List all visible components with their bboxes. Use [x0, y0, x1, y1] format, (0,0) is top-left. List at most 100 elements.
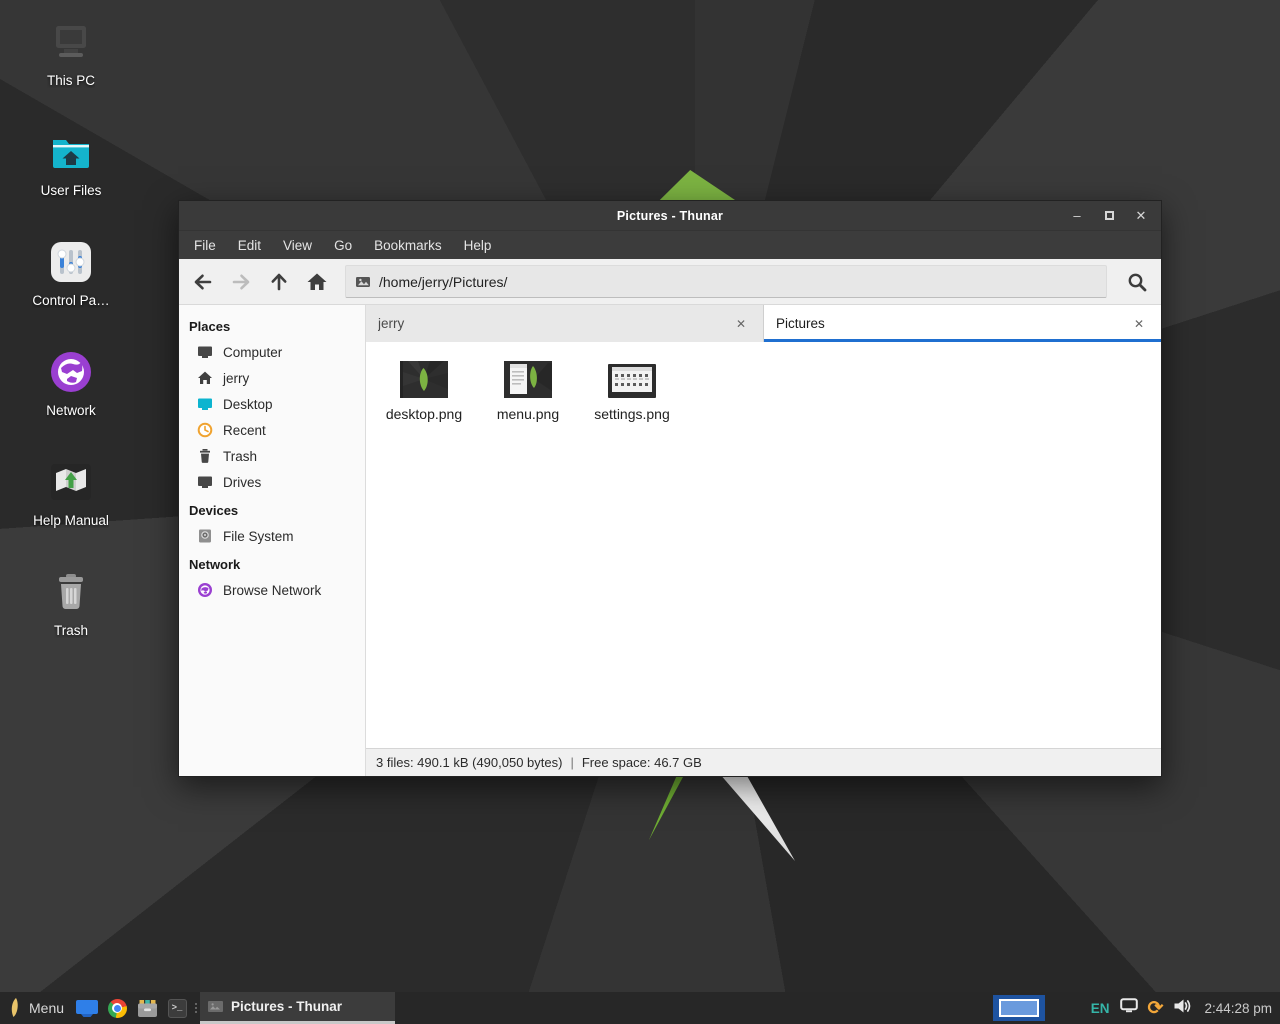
wallpaper-mint-leaf-tip: [655, 170, 735, 200]
back-button[interactable]: [185, 264, 221, 300]
taskbar-window-label: Pictures - Thunar: [231, 999, 342, 1014]
close-button[interactable]: ✕: [1129, 205, 1153, 227]
status-separator: |: [570, 755, 573, 770]
file-menu-png[interactable]: menu.png: [476, 352, 580, 428]
status-free-space: Free space: 46.7 GB: [582, 755, 702, 770]
sidebar-item-label: Browse Network: [223, 583, 321, 598]
file-list[interactable]: desktop.png menu.png settings.png: [366, 342, 1161, 748]
sidebar-item-recent[interactable]: Recent: [179, 417, 365, 443]
control-panel-icon: [47, 238, 95, 286]
sidebar-item-label: Computer: [223, 345, 282, 360]
start-menu-button[interactable]: Menu: [0, 992, 72, 1024]
sidebar-item-trash[interactable]: Trash: [179, 443, 365, 469]
blue-window-icon: [76, 1000, 98, 1017]
sidebar-item-jerry-home[interactable]: jerry: [179, 365, 365, 391]
menu-file[interactable]: File: [183, 233, 227, 258]
sidebar-item-label: Recent: [223, 423, 266, 438]
network-globe-icon: [47, 348, 95, 396]
taskbar-window-button[interactable]: Pictures - Thunar: [200, 992, 395, 1024]
taskbar: Menu >_ Pictures - Thunar: [0, 992, 1280, 1024]
tab-close-icon[interactable]: ✕: [731, 315, 751, 333]
home-button[interactable]: [299, 264, 335, 300]
file-system-drive-icon: [197, 528, 213, 544]
clock[interactable]: 2:44:28 pm: [1202, 1001, 1272, 1016]
desktop-icon-label: This PC: [47, 73, 95, 88]
sidebar-item-desktop[interactable]: Desktop: [179, 391, 365, 417]
menu-label: Menu: [29, 1000, 64, 1016]
menu-go[interactable]: Go: [323, 233, 363, 258]
file-settings-png[interactable]: settings.png: [580, 352, 684, 428]
show-desktop-launcher[interactable]: [72, 992, 102, 1024]
minimize-button[interactable]: –: [1065, 205, 1089, 227]
path-bar[interactable]: /home/jerry/Pictures/: [345, 265, 1107, 298]
file-manager-launcher[interactable]: [132, 992, 162, 1024]
back-arrow-icon: [191, 270, 215, 294]
path-text: /home/jerry/Pictures/: [379, 274, 507, 290]
terminal-launcher[interactable]: >_: [162, 992, 192, 1024]
sidebar-item-label: Desktop: [223, 397, 273, 412]
user-files-folder-icon: [47, 128, 95, 176]
panel-drag-handle[interactable]: [192, 992, 200, 1024]
status-bar: 3 files: 490.1 kB (490,050 bytes) | Free…: [366, 748, 1161, 776]
task-image-icon: [208, 1000, 223, 1013]
file-thumbnail: [504, 358, 552, 398]
maximize-button[interactable]: [1097, 205, 1121, 227]
desktop-icon-this-pc[interactable]: This PC: [12, 18, 130, 128]
menu-help[interactable]: Help: [453, 233, 503, 258]
sidebar-item-label: File System: [223, 529, 294, 544]
workspace-switcher[interactable]: [993, 995, 1045, 1021]
menu-view[interactable]: View: [272, 233, 323, 258]
computer-icon: [197, 344, 213, 360]
file-thumbnail: [400, 358, 448, 398]
sidebar-item-drives[interactable]: Drives: [179, 469, 365, 495]
browse-network-globe-icon: [197, 582, 213, 598]
tab-label: jerry: [378, 316, 731, 331]
trash-icon: [47, 568, 95, 616]
up-button[interactable]: [261, 264, 297, 300]
file-name: desktop.png: [386, 406, 462, 422]
file-desktop-png[interactable]: desktop.png: [372, 352, 476, 428]
maximize-icon: [1105, 211, 1114, 220]
wallpaper-white-shard: [721, 777, 795, 861]
tab-pictures[interactable]: Pictures ✕: [764, 305, 1161, 342]
sidebar-header-places: Places: [179, 311, 365, 339]
desktop-icon-network[interactable]: Network: [12, 348, 130, 458]
sidebar-header-devices: Devices: [179, 495, 365, 523]
sidebar-item-label: jerry: [223, 371, 249, 386]
forward-button[interactable]: [223, 264, 259, 300]
sidebar-item-browse-network[interactable]: Browse Network: [179, 577, 365, 603]
sidebar-item-label: Drives: [223, 475, 261, 490]
tab-close-icon[interactable]: ✕: [1129, 315, 1149, 333]
tab-label: Pictures: [776, 316, 1129, 331]
display-tray-icon[interactable]: [1120, 998, 1138, 1018]
mint-menu-logo-icon: [8, 997, 22, 1019]
desktop-icon-column: This PC User Files Control Pa… Network H…: [12, 18, 130, 678]
desktop-icon-label: Network: [46, 403, 96, 418]
desktop-icon-control-panel[interactable]: Control Pa…: [12, 238, 130, 348]
keyboard-layout-indicator[interactable]: EN: [1091, 1001, 1110, 1016]
chrome-launcher[interactable]: [102, 992, 132, 1024]
tab-jerry[interactable]: jerry ✕: [366, 305, 764, 342]
sidebar-item-computer[interactable]: Computer: [179, 339, 365, 365]
desktop-icon-help-manual[interactable]: Help Manual: [12, 458, 130, 568]
search-button[interactable]: [1119, 264, 1155, 300]
desktop-icon-label: Trash: [54, 623, 88, 638]
update-manager-icon[interactable]: ⟳: [1148, 999, 1164, 1018]
menu-bookmarks[interactable]: Bookmarks: [363, 233, 453, 258]
menu-edit[interactable]: Edit: [227, 233, 272, 258]
volume-icon[interactable]: [1173, 998, 1192, 1019]
desktop-icon-user-files[interactable]: User Files: [12, 128, 130, 238]
toolbar: /home/jerry/Pictures/: [179, 259, 1161, 305]
desktop-icon-trash[interactable]: Trash: [12, 568, 130, 678]
active-workspace: [999, 999, 1039, 1017]
titlebar[interactable]: Pictures - Thunar – ✕: [179, 201, 1161, 230]
file-thumbnail: [608, 358, 656, 398]
desktop-icon-label: Control Pa…: [32, 293, 109, 308]
status-files-summary: 3 files: 490.1 kB (490,050 bytes): [376, 755, 562, 770]
help-manual-icon: [47, 458, 95, 506]
desktop-icon-label: User Files: [41, 183, 102, 198]
desktop-icon-label: Help Manual: [33, 513, 109, 528]
menubar: File Edit View Go Bookmarks Help: [179, 230, 1161, 259]
desktop-monitor-icon: [197, 396, 213, 412]
sidebar-item-file-system[interactable]: File System: [179, 523, 365, 549]
